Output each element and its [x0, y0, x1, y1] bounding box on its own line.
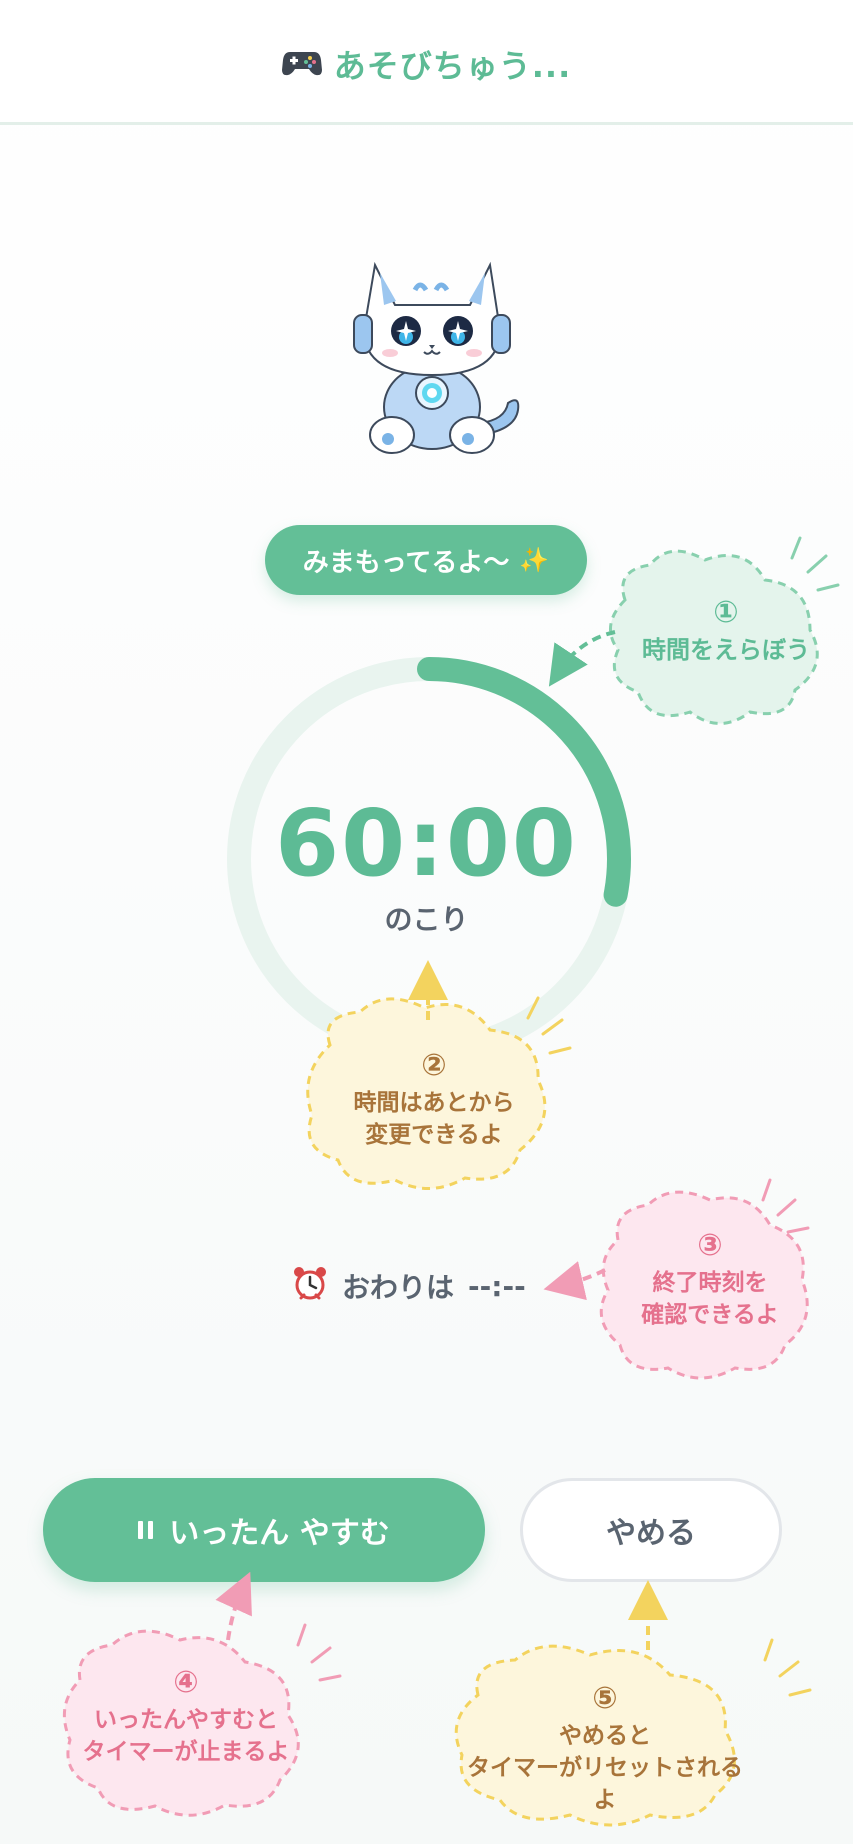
tip-3-line-2: 確認できるよ: [641, 1302, 779, 1329]
tip-1: ① 時間をえらぼう: [626, 592, 826, 668]
tip-3-line-1: 終了時刻を: [652, 1270, 768, 1296]
pause-button-label: いったん やすむ: [169, 1516, 390, 1551]
tip-1-number: ①: [713, 595, 739, 630]
alarm-clock-icon: [292, 1265, 328, 1308]
tip-4-line-1: いったんやすむと: [94, 1707, 278, 1733]
tip-3: ③ 終了時刻を 確認できるよ: [610, 1225, 810, 1331]
end-time-label: おわりは: [342, 1271, 455, 1304]
tip-2-line-2: 変更できるよ: [365, 1122, 503, 1149]
stop-button[interactable]: やめる: [520, 1478, 782, 1582]
robot-cat-mascot: [340, 235, 530, 465]
tip-5: ⑤ やめると タイマーがリセットされるよ: [460, 1678, 750, 1817]
status-label: みまもってるよ〜: [302, 547, 510, 578]
tip-4-line-2: タイマーが止まるよ: [82, 1739, 290, 1766]
pause-button[interactable]: いったん やすむ: [43, 1478, 485, 1582]
stop-button-label: やめる: [606, 1516, 696, 1551]
tip-2-number: ②: [421, 1048, 447, 1083]
tip-4: ④ いったんやすむと タイマーが止まるよ: [70, 1662, 302, 1768]
status-badge: みまもってるよ〜 ✨: [265, 525, 587, 595]
end-time-row: おわりは --:--: [292, 1262, 526, 1310]
tip-5-line-1: やめると: [559, 1723, 651, 1749]
pause-icon: [138, 1521, 154, 1539]
page-title: あそびちゅう...: [333, 47, 572, 85]
timer-display: 60:00: [275, 790, 578, 897]
tip-2-line-1: 時間はあとから: [353, 1090, 515, 1116]
tip-3-number: ③: [697, 1228, 723, 1263]
tip-5-number: ⑤: [592, 1681, 618, 1716]
game-controller-icon: [281, 46, 322, 82]
remaining-label: のこり: [384, 903, 469, 936]
tip-5-line-2: タイマーがリセットされるよ: [467, 1755, 743, 1814]
end-time-value: --:--: [468, 1269, 526, 1303]
app-header: あそびちゅう...: [0, 0, 853, 125]
sparkles-icon: ✨: [519, 546, 550, 574]
tip-2: ② 時間はあとから 変更できるよ: [322, 1045, 546, 1151]
tip-4-number: ④: [173, 1665, 199, 1700]
tip-1-line-1: 時間をえらぼう: [642, 636, 810, 664]
